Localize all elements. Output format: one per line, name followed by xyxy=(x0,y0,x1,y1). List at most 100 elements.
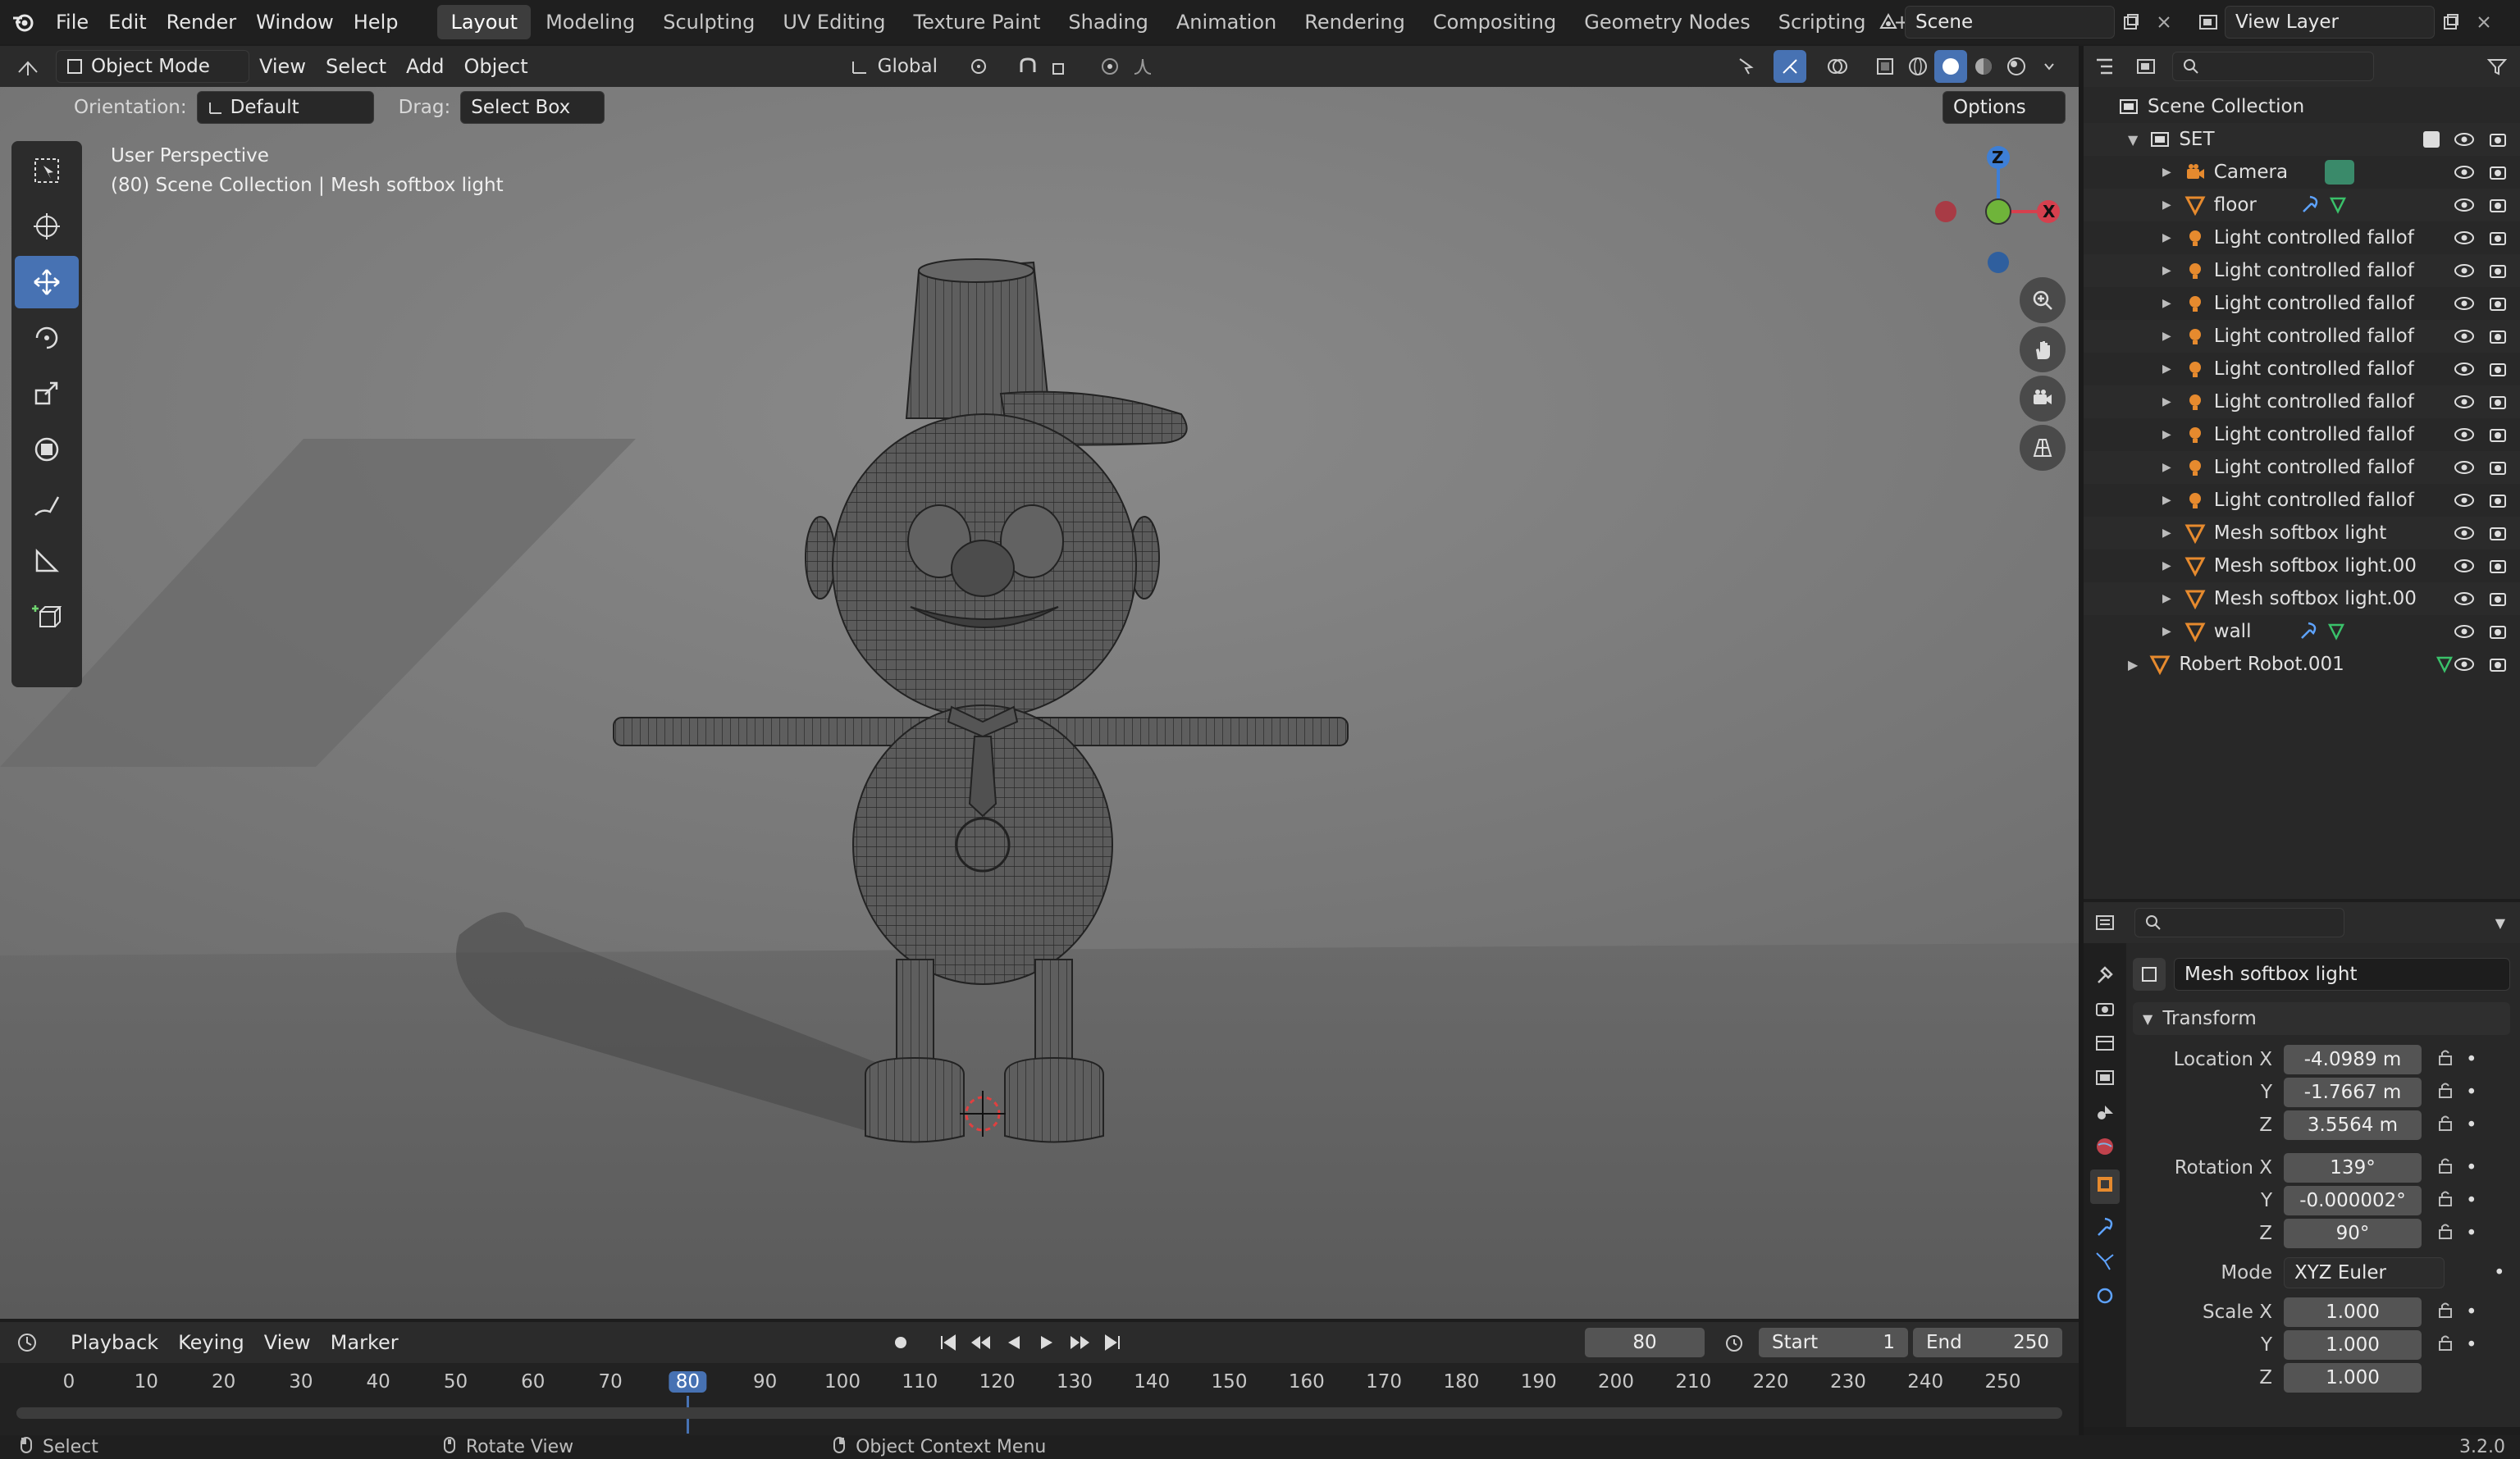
menu-timeline-view[interactable]: View xyxy=(254,1322,321,1363)
camera-view-icon[interactable] xyxy=(2020,376,2066,422)
eye-icon[interactable] xyxy=(2454,460,2474,475)
scale-z-field[interactable]: 1.000 xyxy=(2284,1363,2422,1393)
start-frame-field[interactable]: Start 1 xyxy=(1759,1328,1908,1357)
transform-tool[interactable] xyxy=(15,423,79,476)
outliner-editor-type-icon[interactable] xyxy=(2090,50,2123,83)
expand-arrow-icon[interactable]: ▶ xyxy=(2162,494,2171,507)
rotation-y-field[interactable]: -0.000002° xyxy=(2284,1186,2422,1215)
menu-object[interactable]: Object xyxy=(454,46,537,87)
measure-tool[interactable] xyxy=(15,535,79,587)
selectability-icon[interactable] xyxy=(1729,50,1762,83)
keyframe-dot-icon[interactable]: • xyxy=(2466,1115,2477,1136)
expand-arrow-icon[interactable]: ▶ xyxy=(2162,395,2171,408)
proportional-editing-icon[interactable] xyxy=(1093,50,1126,83)
scene-tab-icon[interactable] xyxy=(2093,1101,2116,1124)
scale-tool[interactable] xyxy=(15,367,79,420)
tab-texture-paint[interactable]: Texture Paint xyxy=(901,5,1054,39)
add-cube-tool[interactable] xyxy=(15,590,79,643)
render-camera-icon[interactable] xyxy=(2489,656,2507,673)
render-camera-icon[interactable] xyxy=(2489,459,2507,476)
falloff-icon[interactable] xyxy=(1126,50,1159,83)
scene-name-field[interactable]: Scene xyxy=(1905,6,2115,39)
menu-file[interactable]: File xyxy=(46,0,98,44)
render-camera-icon[interactable] xyxy=(2489,525,2507,541)
perspective-toggle-icon[interactable] xyxy=(2020,425,2066,471)
gizmo-neg-x-axis[interactable] xyxy=(1935,201,1956,222)
menu-playback[interactable]: Playback xyxy=(61,1322,168,1363)
tab-shading[interactable]: Shading xyxy=(1055,5,1162,39)
outliner-item[interactable]: ▶ Light controlled fallof xyxy=(2084,484,2520,517)
zoom-icon[interactable] xyxy=(2020,277,2066,323)
current-frame-indicator[interactable]: 80 xyxy=(669,1371,707,1393)
outliner-item[interactable]: ▶ Mesh softbox light xyxy=(2084,517,2520,549)
rotate-tool[interactable] xyxy=(15,312,79,364)
object-data-icon[interactable] xyxy=(2133,958,2166,991)
outliner-item[interactable]: ▶ wall xyxy=(2084,615,2520,648)
modifier-mesh-data-icons[interactable] xyxy=(2299,622,2346,641)
blender-logo-icon[interactable] xyxy=(0,0,46,44)
3d-viewport[interactable]: Z X xyxy=(0,46,2079,1319)
shading-wireframe-icon[interactable] xyxy=(1901,50,1934,83)
eye-icon[interactable] xyxy=(2454,559,2474,573)
eye-icon[interactable] xyxy=(2454,493,2474,508)
transform-orientation-dropdown[interactable]: Global xyxy=(850,56,938,77)
collapse-arrow-icon[interactable]: ▼ xyxy=(2128,132,2138,148)
outliner-item[interactable]: ▶ Light controlled fallof xyxy=(2084,418,2520,451)
render-camera-icon[interactable] xyxy=(2489,131,2507,148)
eye-icon[interactable] xyxy=(2454,132,2474,147)
expand-arrow-icon[interactable]: ▶ xyxy=(2162,428,2171,441)
delete-view-layer-icon[interactable] xyxy=(2468,6,2500,39)
modifier-mesh-data-icons[interactable] xyxy=(2300,195,2348,215)
menu-render[interactable]: Render xyxy=(157,0,246,44)
render-camera-icon[interactable] xyxy=(2489,230,2507,246)
render-camera-icon[interactable] xyxy=(2489,197,2507,213)
jump-keyframe-prev-icon[interactable] xyxy=(965,1326,998,1359)
outliner-item[interactable]: ▶ Light controlled fallof xyxy=(2084,221,2520,254)
eye-icon[interactable] xyxy=(2454,230,2474,245)
outliner-item[interactable]: ▶ Light controlled fallof xyxy=(2084,353,2520,385)
output-tab-icon[interactable] xyxy=(2093,1032,2116,1055)
editor-type-icon[interactable] xyxy=(11,50,44,83)
keyframe-dot-icon[interactable]: • xyxy=(2494,1262,2505,1283)
current-frame-field[interactable]: 80 xyxy=(1585,1328,1705,1357)
expand-arrow-icon[interactable]: ▶ xyxy=(2128,657,2138,673)
eye-icon[interactable] xyxy=(2454,624,2474,639)
outliner-item[interactable]: ▶ Mesh softbox light.00 xyxy=(2084,582,2520,615)
scene-selector[interactable]: Scene xyxy=(1872,5,2180,39)
menu-keying[interactable]: Keying xyxy=(168,1322,254,1363)
mesh-data-icon[interactable] xyxy=(2435,654,2454,674)
collection-set-row[interactable]: ▼ SET xyxy=(2084,123,2520,156)
overlays-icon[interactable] xyxy=(1821,50,1854,83)
expand-arrow-icon[interactable]: ▶ xyxy=(2162,625,2171,638)
rotation-x-field[interactable]: 139° xyxy=(2284,1153,2422,1183)
keyframe-dot-icon[interactable]: • xyxy=(2466,1223,2477,1244)
render-camera-icon[interactable] xyxy=(2489,623,2507,640)
object-tab-icon[interactable] xyxy=(2093,1173,2116,1196)
end-frame-field[interactable]: End 250 xyxy=(1913,1328,2062,1357)
auto-keying-icon[interactable] xyxy=(884,1326,917,1359)
location-z-field[interactable]: 3.5564 m xyxy=(2284,1110,2422,1140)
eye-icon[interactable] xyxy=(2454,591,2474,606)
exclude-checkbox[interactable] xyxy=(2423,131,2440,148)
render-camera-icon[interactable] xyxy=(2489,492,2507,508)
eye-icon[interactable] xyxy=(2454,296,2474,311)
location-x-field[interactable]: -4.0989 m xyxy=(2284,1045,2422,1074)
render-camera-icon[interactable] xyxy=(2489,361,2507,377)
expand-arrow-icon[interactable]: ▶ xyxy=(2162,198,2171,212)
tab-uv-editing[interactable]: UV Editing xyxy=(769,5,898,39)
annotate-tool[interactable] xyxy=(15,479,79,531)
cursor-tool[interactable] xyxy=(15,200,79,253)
expand-arrow-icon[interactable]: ▶ xyxy=(2162,527,2171,540)
menu-window[interactable]: Window xyxy=(246,0,344,44)
object-name-field[interactable]: Mesh softbox light xyxy=(2174,958,2510,991)
shading-material-icon[interactable] xyxy=(1967,50,2000,83)
view-layer-tab-icon[interactable] xyxy=(2093,1066,2116,1089)
modifier-tab-icon[interactable] xyxy=(2093,1215,2116,1238)
physics-tab-icon[interactable] xyxy=(2093,1284,2116,1307)
play-icon[interactable] xyxy=(1030,1326,1063,1359)
options-dropdown[interactable]: Options xyxy=(1942,91,2066,124)
particles-tab-icon[interactable] xyxy=(2093,1250,2116,1273)
eye-icon[interactable] xyxy=(2454,526,2474,540)
outliner-item[interactable]: ▶ Light controlled fallof xyxy=(2084,385,2520,418)
tab-rendering[interactable]: Rendering xyxy=(1291,5,1418,39)
